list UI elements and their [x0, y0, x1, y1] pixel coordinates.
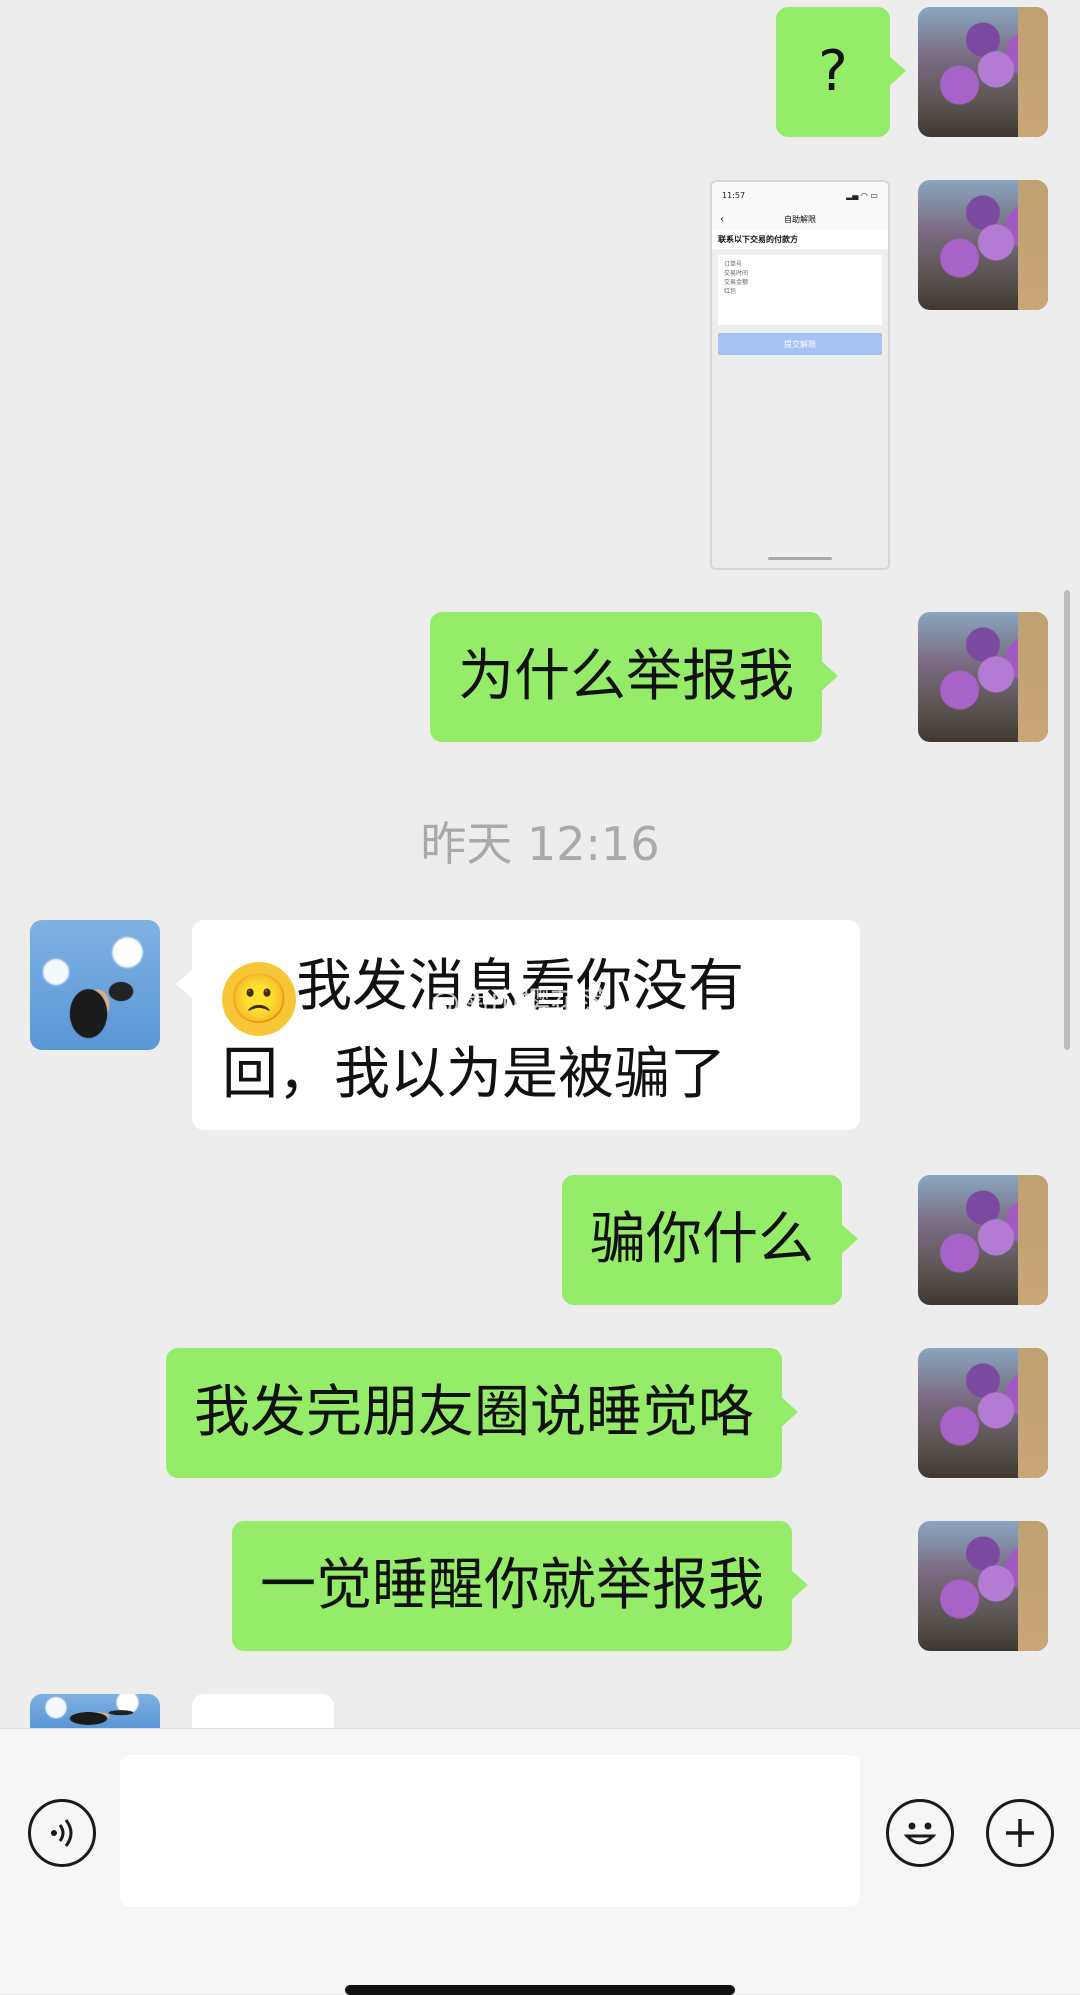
contact-avatar[interactable]	[30, 1694, 160, 1728]
plus-icon-glyph	[1006, 1819, 1034, 1847]
thumbnail-nav: ‹ 自助解限	[712, 208, 888, 230]
plus-icon[interactable]	[986, 1799, 1054, 1867]
home-indicator	[345, 1985, 735, 1995]
message-bubble-other[interactable]	[192, 1694, 334, 1728]
message-bubble-me[interactable]: 骗你什么	[562, 1175, 858, 1305]
voice-icon-glyph	[51, 1819, 73, 1847]
chat-timestamp: 昨天 12:16	[420, 817, 660, 871]
thumbnail-status-icons: ▂▄ ◠ ▭	[846, 190, 878, 200]
my-avatar[interactable]	[918, 180, 1048, 310]
frown-emoji-icon: 🙁	[222, 962, 296, 1036]
message-bubble-me[interactable]: 我发完朋友圈说睡觉咯	[166, 1348, 798, 1478]
my-avatar[interactable]	[918, 612, 1048, 742]
contact-avatar[interactable]	[30, 920, 160, 1050]
thumbnail-time: 11:57	[722, 190, 746, 200]
thumbnail-back-icon: ‹	[720, 213, 724, 225]
thumbnail-header: 联系以下交易的付款方	[712, 230, 888, 249]
my-avatar[interactable]	[918, 1348, 1048, 1478]
thumbnail-nav-title: 自助解限	[784, 214, 816, 224]
thumbnail-submit-button: 提交解限	[718, 333, 882, 355]
image-message-thumbnail[interactable]: 11:57 ▂▄ ◠ ▭ ‹ 自助解限 联系以下交易的付款方 订单号 交易时间 …	[710, 180, 890, 570]
thumbnail-row: 交易金额	[724, 279, 749, 286]
thumbnail-row: 订单号	[724, 261, 743, 268]
message-bubble-other[interactable]: 🙁 我发消息看你没有 回，我以为是被骗了	[176, 920, 860, 1130]
emoji-icon[interactable]	[886, 1799, 954, 1867]
message-bubble-me[interactable]: ?	[776, 7, 906, 137]
message-bubble-me[interactable]: 为什么举报我	[430, 612, 838, 742]
message-bubble-me[interactable]: 一觉睡醒你就举报我	[232, 1521, 808, 1651]
thumbnail-row: 红包	[724, 288, 737, 295]
my-avatar[interactable]	[918, 1521, 1048, 1651]
thumbnail-row: 交易时间	[724, 270, 749, 277]
emoji-icon-glyph	[903, 1822, 937, 1845]
scrollbar[interactable]	[1064, 590, 1070, 1050]
thumbnail-card: 订单号 交易时间 交易金额 红包	[718, 255, 882, 325]
thumbnail-status-bar: 11:57 ▂▄ ◠ ▭	[712, 182, 888, 208]
my-avatar[interactable]	[918, 7, 1048, 137]
voice-icon[interactable]	[28, 1799, 96, 1867]
message-text: 回，我以为是被骗了	[222, 1042, 726, 1107]
message-input[interactable]	[120, 1755, 860, 1907]
my-avatar[interactable]	[918, 1175, 1048, 1305]
watermark: @南山樱花落	[430, 986, 610, 1021]
thumbnail-home-indicator	[768, 557, 832, 560]
